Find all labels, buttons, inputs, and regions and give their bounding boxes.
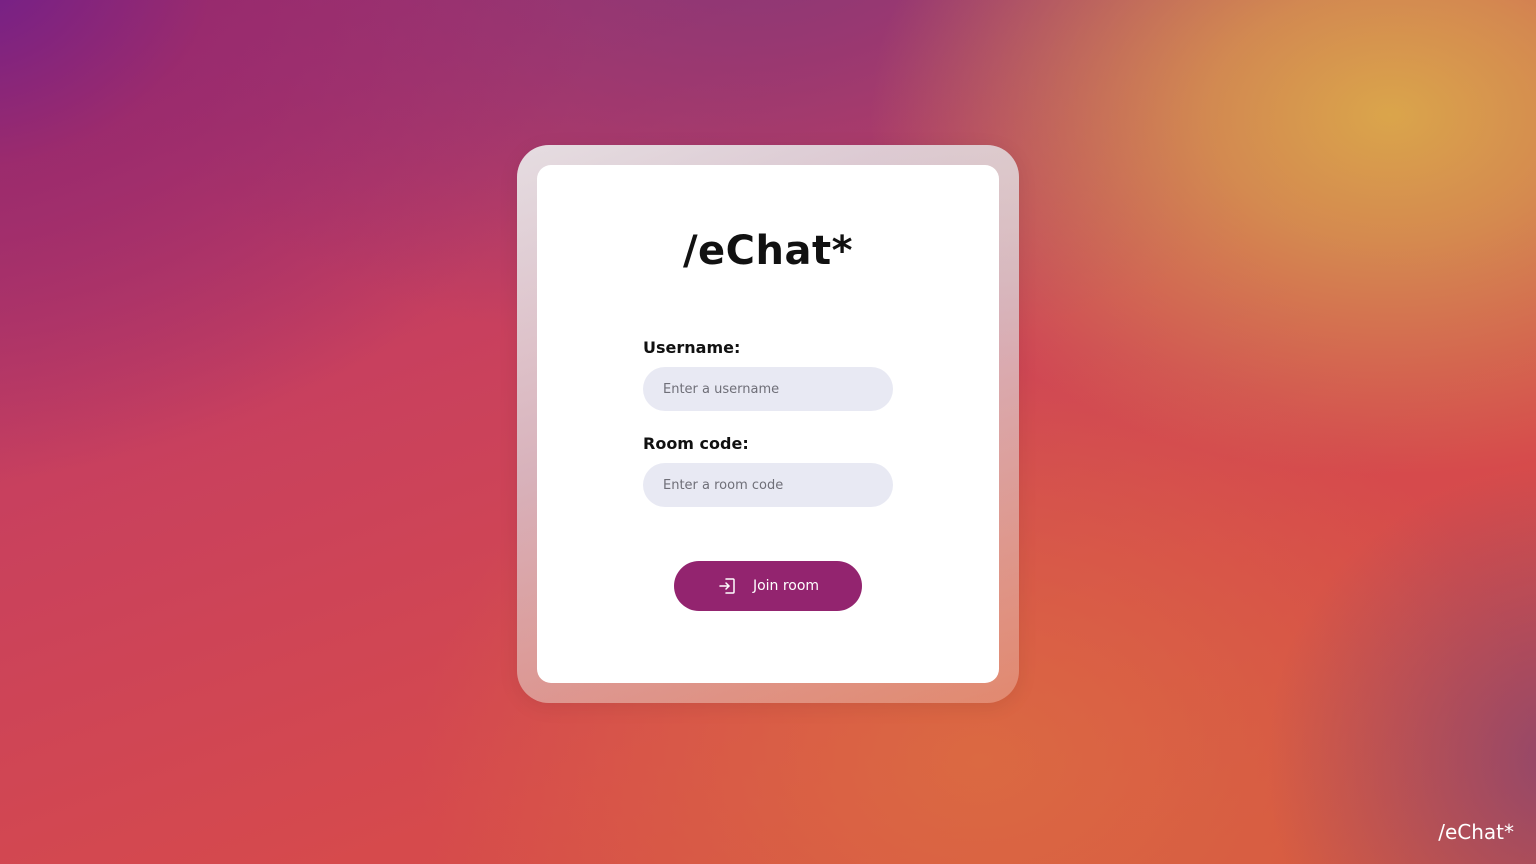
- login-card-frame: /eChat* Username: Room code: Join room: [517, 145, 1019, 703]
- join-form: Username: Room code:: [643, 339, 893, 507]
- username-label: Username:: [643, 338, 741, 357]
- username-group: Username:: [643, 339, 893, 411]
- corner-logo: /eChat*: [1438, 820, 1514, 844]
- app-logo: /eChat*: [682, 228, 854, 274]
- join-room-label: Join room: [752, 578, 820, 594]
- login-icon: [717, 576, 737, 596]
- room-code-label: Room code:: [643, 434, 749, 453]
- username-input[interactable]: [643, 367, 893, 411]
- room-code-group: Room code:: [643, 435, 893, 507]
- login-card: /eChat* Username: Room code: Join room: [537, 165, 999, 683]
- room-code-input[interactable]: [643, 463, 893, 507]
- join-room-button[interactable]: Join room: [674, 561, 862, 611]
